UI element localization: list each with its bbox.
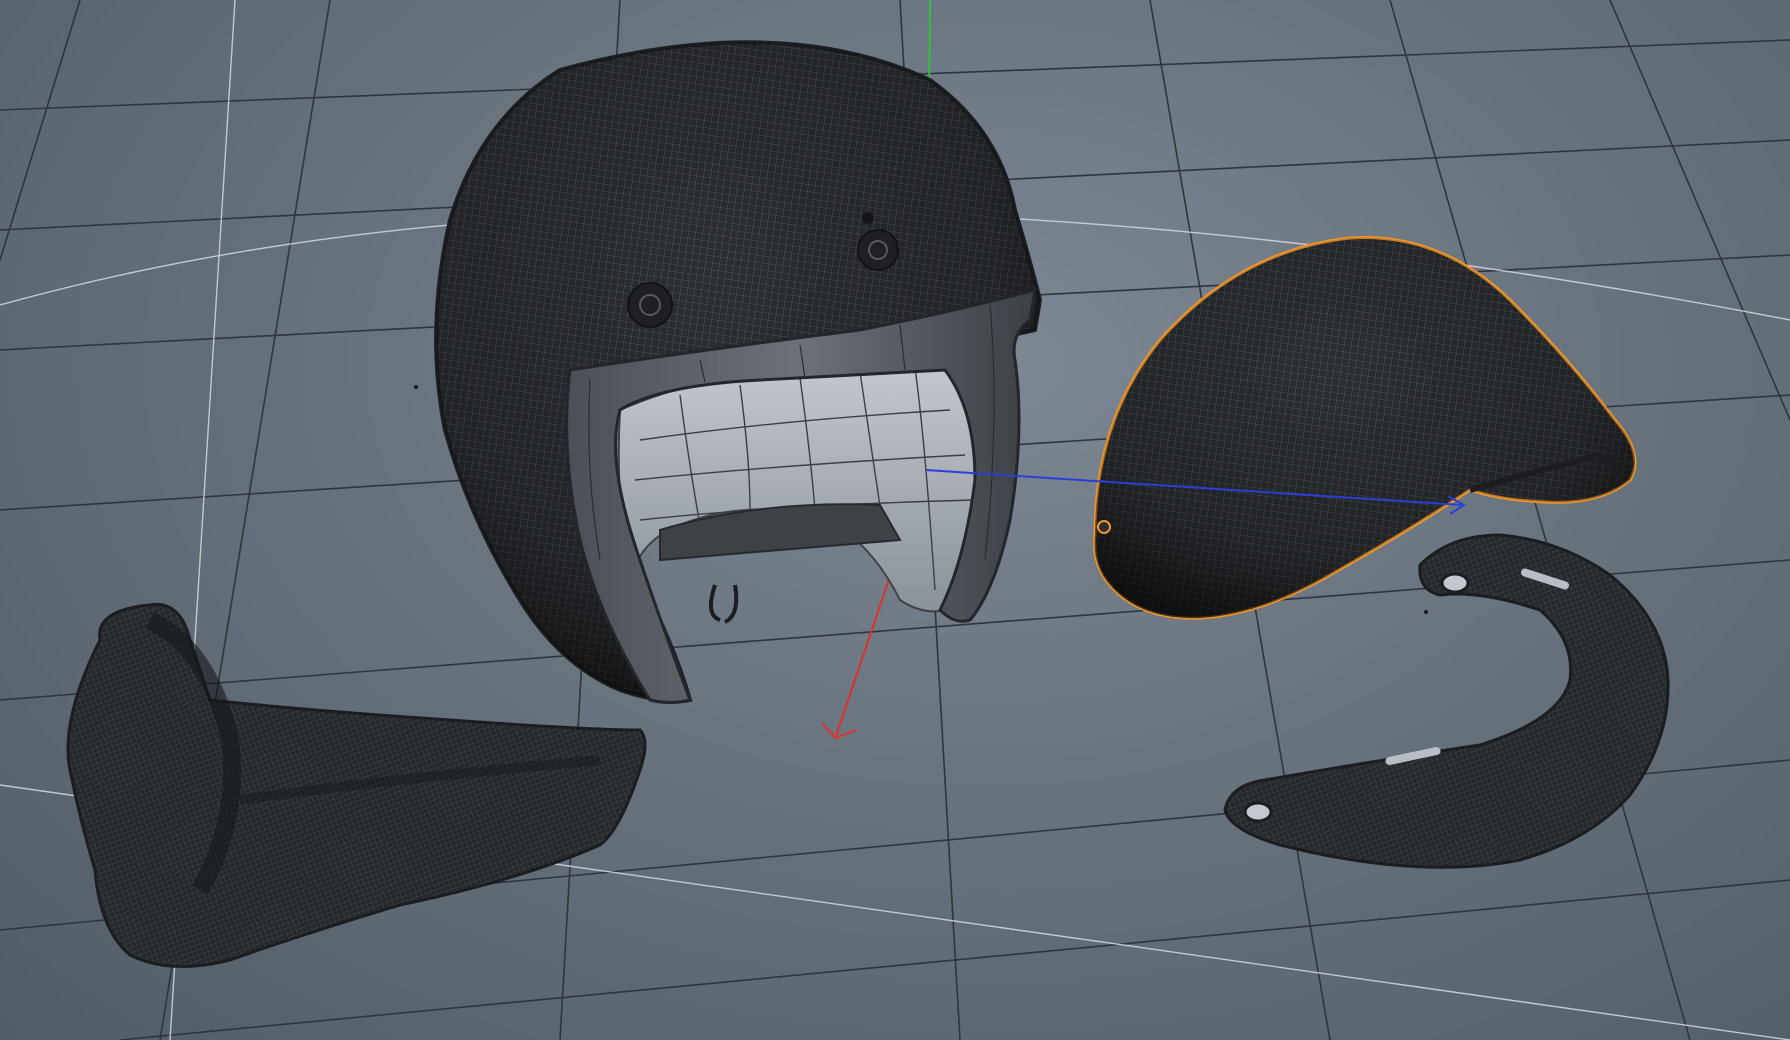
helmet-interior-mesh[interactable]: [617, 363, 987, 624]
shell-vent-right: [857, 229, 899, 271]
scene-canvas[interactable]: [0, 0, 1790, 1040]
shell-vent-left: [627, 282, 673, 328]
3d-viewport[interactable]: [0, 0, 1790, 1040]
chin-guard-mesh[interactable]: [66, 602, 647, 968]
strap-hole-bottom: [1243, 801, 1273, 823]
strap-hole-top: [1440, 572, 1470, 594]
